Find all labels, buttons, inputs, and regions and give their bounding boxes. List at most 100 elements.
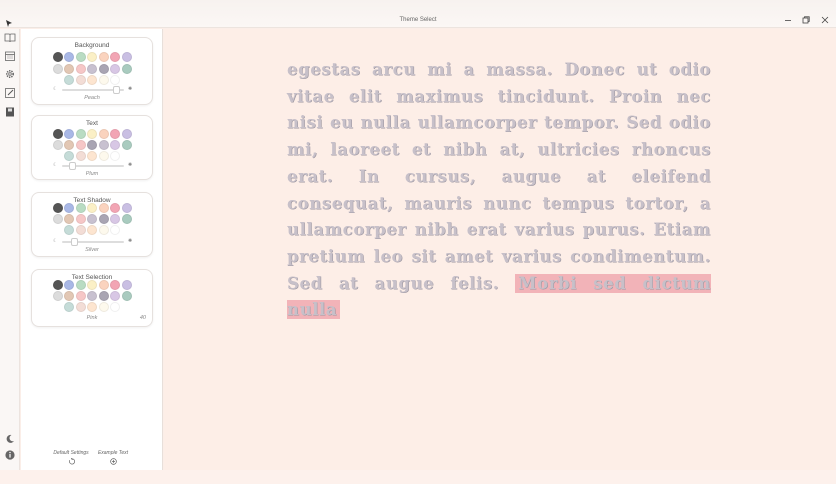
color-swatch[interactable]	[64, 280, 74, 290]
brightness-slider[interactable]: ☾ ✺	[32, 162, 152, 170]
color-swatch[interactable]	[64, 151, 74, 161]
minimize-icon[interactable]	[783, 15, 793, 25]
color-swatch[interactable]	[98, 75, 109, 85]
color-swatch[interactable]	[52, 203, 63, 213]
color-swatch[interactable]	[75, 302, 86, 312]
color-swatch[interactable]	[121, 203, 132, 213]
color-swatch[interactable]	[64, 75, 74, 85]
color-swatch[interactable]	[52, 52, 63, 62]
slider-thumb[interactable]	[113, 86, 121, 94]
color-swatch[interactable]	[75, 140, 86, 150]
color-swatch[interactable]	[87, 140, 97, 150]
color-swatch[interactable]	[87, 203, 97, 213]
color-swatch[interactable]	[87, 52, 97, 62]
info-icon[interactable]	[4, 449, 16, 461]
color-swatch[interactable]	[87, 225, 97, 235]
color-swatch[interactable]	[98, 129, 109, 139]
color-swatch[interactable]	[121, 52, 132, 62]
color-swatch[interactable]	[64, 291, 74, 301]
color-swatch[interactable]	[64, 203, 74, 213]
color-swatch[interactable]	[87, 280, 97, 290]
color-swatch[interactable]	[98, 140, 109, 150]
slider-track[interactable]	[62, 162, 124, 170]
color-swatch[interactable]	[121, 64, 132, 74]
color-swatch[interactable]	[110, 302, 120, 312]
color-swatch[interactable]	[52, 129, 63, 139]
color-swatch[interactable]	[75, 151, 86, 161]
slider-thumb[interactable]	[68, 162, 76, 170]
color-swatch[interactable]	[87, 75, 97, 85]
color-swatch[interactable]	[52, 64, 63, 74]
library-icon[interactable]	[4, 106, 16, 118]
slider-track[interactable]	[62, 238, 124, 246]
default-settings-button[interactable]: Default Settings	[49, 450, 93, 465]
color-swatch[interactable]	[121, 129, 132, 139]
color-swatch[interactable]	[110, 52, 120, 62]
calendar-icon[interactable]	[4, 50, 16, 62]
color-swatch[interactable]	[75, 64, 86, 74]
color-swatch[interactable]	[87, 151, 97, 161]
color-swatch[interactable]	[110, 64, 120, 74]
color-swatch[interactable]	[75, 75, 86, 85]
color-swatch[interactable]	[98, 280, 109, 290]
color-swatch[interactable]	[98, 214, 109, 224]
color-swatch[interactable]	[75, 291, 86, 301]
color-swatch[interactable]	[75, 214, 86, 224]
color-swatch[interactable]	[121, 291, 132, 301]
color-swatch[interactable]	[52, 291, 63, 301]
color-swatch[interactable]	[98, 203, 109, 213]
color-swatch[interactable]	[52, 214, 63, 224]
color-swatch[interactable]	[75, 203, 86, 213]
moon-icon[interactable]	[4, 433, 16, 445]
slider-thumb[interactable]	[71, 238, 79, 246]
color-swatch[interactable]	[64, 225, 74, 235]
color-swatch[interactable]	[98, 291, 109, 301]
color-swatch[interactable]	[98, 151, 109, 161]
color-swatch[interactable]	[64, 64, 74, 74]
color-swatch[interactable]	[98, 64, 109, 74]
color-swatch[interactable]	[64, 214, 74, 224]
color-swatch[interactable]	[75, 280, 86, 290]
color-swatch[interactable]	[110, 129, 120, 139]
edit-icon[interactable]	[4, 87, 16, 99]
slider-track[interactable]	[62, 86, 124, 94]
color-swatch[interactable]	[110, 280, 120, 290]
color-swatch[interactable]	[110, 151, 120, 161]
color-swatch[interactable]	[87, 129, 97, 139]
color-swatch[interactable]	[110, 203, 120, 213]
color-swatch[interactable]	[75, 129, 86, 139]
color-swatch[interactable]	[64, 302, 74, 312]
book-icon[interactable]	[4, 32, 16, 44]
color-swatch[interactable]	[121, 140, 132, 150]
brightness-slider[interactable]: ☾ ✺	[32, 238, 152, 246]
color-swatch[interactable]	[87, 64, 97, 74]
color-swatch[interactable]	[110, 75, 120, 85]
color-swatch[interactable]	[87, 214, 97, 224]
selected-color-label: Plum	[85, 171, 99, 177]
close-icon[interactable]	[820, 15, 830, 25]
gear-icon[interactable]	[4, 68, 16, 80]
color-swatch[interactable]	[64, 52, 74, 62]
color-swatch[interactable]	[98, 225, 109, 235]
color-swatch[interactable]	[64, 129, 74, 139]
reading-area[interactable]: egestas arcu mi a massa. Donec ut odio v…	[164, 29, 836, 470]
color-swatch[interactable]	[98, 302, 109, 312]
example-text-body[interactable]: egestas arcu mi a massa. Donec ut odio v…	[287, 57, 711, 324]
color-swatch[interactable]	[64, 140, 74, 150]
restore-icon[interactable]	[801, 15, 811, 25]
color-swatch[interactable]	[87, 302, 97, 312]
example-text-button[interactable]: Example Text	[93, 450, 133, 465]
color-swatch[interactable]	[121, 280, 132, 290]
color-swatch[interactable]	[87, 291, 97, 301]
color-swatch[interactable]	[52, 140, 63, 150]
color-swatch[interactable]	[121, 214, 132, 224]
color-swatch[interactable]	[110, 214, 120, 224]
color-swatch[interactable]	[110, 140, 120, 150]
color-swatch[interactable]	[98, 52, 109, 62]
color-swatch[interactable]	[110, 225, 120, 235]
color-swatch[interactable]	[75, 52, 86, 62]
color-swatch[interactable]	[52, 280, 63, 290]
color-swatch[interactable]	[110, 291, 120, 301]
brightness-slider[interactable]: ☾ ✺	[32, 86, 152, 94]
color-swatch[interactable]	[75, 225, 86, 235]
